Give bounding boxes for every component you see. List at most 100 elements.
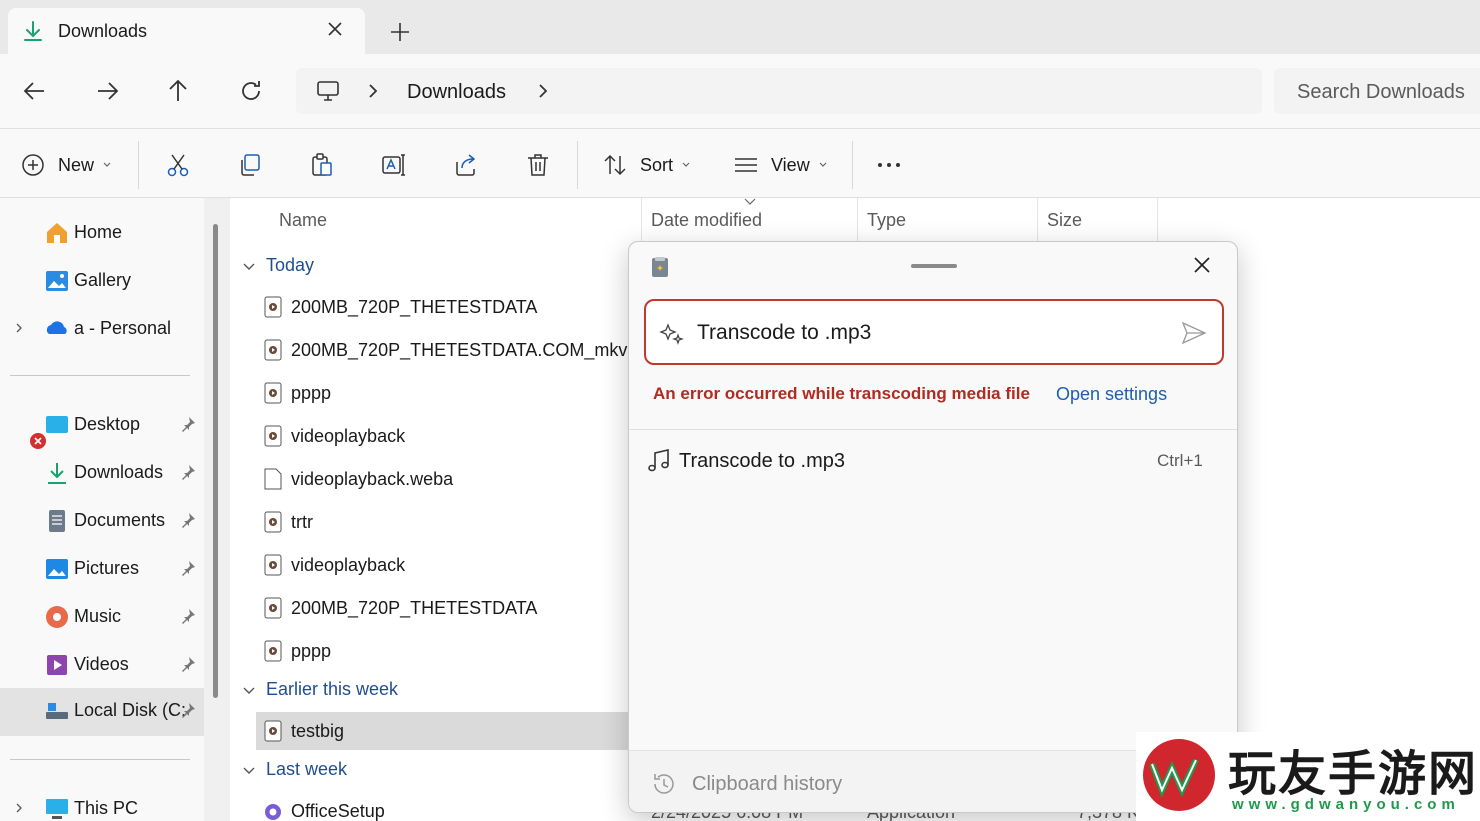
video-file-icon (264, 339, 282, 361)
delete-button[interactable] (525, 151, 551, 179)
file-row[interactable]: 200MB_720P_THETESTDATA (256, 589, 636, 627)
sidebar-item-videos[interactable]: Videos (0, 642, 204, 686)
more-options-button[interactable] (876, 151, 902, 179)
pin-icon[interactable] (180, 464, 196, 480)
up-arrow-icon[interactable] (165, 78, 191, 104)
send-icon[interactable] (1181, 321, 1207, 345)
sort-button[interactable]: Sort (602, 151, 691, 179)
sidebar-scrollbar[interactable] (204, 198, 230, 821)
file-row[interactable]: videoplayback (256, 417, 636, 455)
close-icon[interactable] (1191, 254, 1213, 276)
tab-title: Downloads (58, 21, 148, 41)
file-row[interactable]: trtr (256, 503, 636, 541)
plus-icon[interactable] (388, 20, 412, 44)
rename-button[interactable] (381, 151, 407, 179)
sidebar-item-pictures[interactable]: Pictures (0, 546, 204, 590)
sidebar-label: Videos (74, 654, 129, 674)
sidebar-item-desktop[interactable]: Desktop (0, 402, 204, 446)
drag-handle[interactable] (911, 264, 957, 268)
file-row[interactable]: pppp (256, 632, 636, 670)
new-label: New (58, 154, 95, 175)
paste-button[interactable] (309, 151, 335, 179)
file-row-selected[interactable]: testbig (256, 712, 636, 750)
refresh-icon[interactable] (238, 78, 264, 104)
file-name: 200MB_720P_THETESTDATA (291, 297, 538, 317)
new-button[interactable]: New (20, 151, 112, 179)
column-header-name[interactable]: Name (279, 210, 327, 231)
advanced-paste-popup: Transcode to .mp3 An error occurred whil… (628, 241, 1238, 813)
chevron-right-icon[interactable] (536, 83, 550, 99)
sidebar-label: This PC (74, 798, 139, 818)
sidebar-label: Music (74, 606, 122, 626)
pin-icon[interactable] (180, 656, 196, 672)
column-header-type[interactable]: Type (867, 210, 906, 231)
pin-icon[interactable] (180, 512, 196, 528)
sidebar-item-downloads[interactable]: Downloads (0, 450, 204, 494)
column-header-date[interactable]: Date modified (651, 210, 762, 231)
home-icon (47, 223, 67, 243)
clipboard-icon (312, 153, 332, 176)
sidebar-item-gallery[interactable]: Gallery (0, 258, 204, 302)
sidebar-label: Desktop (74, 414, 141, 434)
group-header-last-week[interactable]: Last week (242, 759, 347, 780)
pin-icon[interactable] (180, 608, 196, 624)
open-settings-link[interactable]: Open settings (1056, 384, 1167, 405)
file-name: testbig (291, 721, 345, 741)
file-row[interactable]: 200MB_720P_THETESTDATA.COM_mkv (256, 331, 636, 369)
file-row[interactable]: 200MB_720P_THETESTDATA (256, 288, 636, 326)
music-note-icon (648, 448, 669, 472)
plus-circle-icon (22, 154, 44, 176)
file-name: videoplayback.weba (291, 469, 454, 489)
navigation-bar: Downloads Search Downloads (0, 54, 1480, 128)
prompt-input[interactable]: Transcode to .mp3 (644, 299, 1224, 365)
file-name: pppp (291, 641, 332, 661)
share-button[interactable] (453, 151, 479, 179)
pin-icon[interactable] (180, 702, 196, 718)
navigation-pane: Home Gallery a - Personal Desktop Downlo… (0, 198, 204, 821)
copy-button[interactable] (237, 151, 263, 179)
this-pc-icon (46, 799, 68, 819)
back-arrow-icon[interactable] (22, 78, 48, 104)
forward-arrow-icon[interactable] (94, 78, 120, 104)
sidebar-item-local-disk[interactable]: Local Disk (C: (0, 688, 204, 736)
file-name: trtr (291, 512, 313, 532)
sidebar-label: Home (74, 222, 123, 242)
file-row[interactable]: OfficeSetup (256, 792, 636, 821)
toolbar-separator (138, 141, 139, 189)
chevron-right-icon[interactable] (366, 83, 380, 99)
chevron-right-icon[interactable] (14, 322, 24, 334)
sidebar-item-documents[interactable]: Documents (0, 498, 204, 542)
sidebar-item-onedrive[interactable]: a - Personal (0, 306, 204, 449)
sidebar-label: a - Personal (74, 318, 172, 338)
group-header-today[interactable]: Today (242, 255, 314, 276)
view-button[interactable]: View (733, 151, 828, 179)
file-row[interactable]: pppp (256, 374, 636, 412)
clipboard-history-label: Clipboard history (692, 773, 843, 795)
sidebar-item-this-pc[interactable]: This PC (0, 786, 204, 821)
cut-button[interactable] (165, 151, 191, 179)
chevron-down-icon (243, 767, 255, 774)
pin-icon[interactable] (180, 560, 196, 576)
drive-icon (46, 703, 68, 719)
group-label: Last week (266, 759, 348, 779)
file-row[interactable]: videoplayback.weba (256, 460, 636, 498)
sidebar-item-home[interactable]: Home (0, 210, 204, 254)
watermark-logo-icon (1143, 739, 1215, 811)
column-header-size[interactable]: Size (1047, 210, 1082, 231)
video-file-icon (264, 382, 282, 404)
group-header-earlier-this-week[interactable]: Earlier this week (242, 679, 398, 700)
computer-icon (317, 81, 339, 101)
close-tab-icon[interactable] (324, 18, 346, 40)
pin-icon[interactable] (180, 416, 196, 432)
search-input[interactable]: Search Downloads (1274, 68, 1480, 114)
scissors-icon (167, 154, 189, 177)
chevron-down-icon (103, 162, 111, 167)
file-row[interactable]: videoplayback (256, 546, 636, 584)
transcode-mp3-action[interactable]: Transcode to .mp3 Ctrl+1 (629, 438, 1237, 484)
tab-downloads[interactable]: Downloads (8, 8, 365, 54)
breadcrumb-downloads[interactable]: Downloads (407, 81, 506, 104)
scrollbar-thumb[interactable] (213, 224, 218, 698)
address-bar[interactable]: Downloads (296, 68, 1262, 114)
chevron-right-icon[interactable] (14, 802, 24, 814)
sidebar-item-music[interactable]: Music (0, 594, 204, 638)
